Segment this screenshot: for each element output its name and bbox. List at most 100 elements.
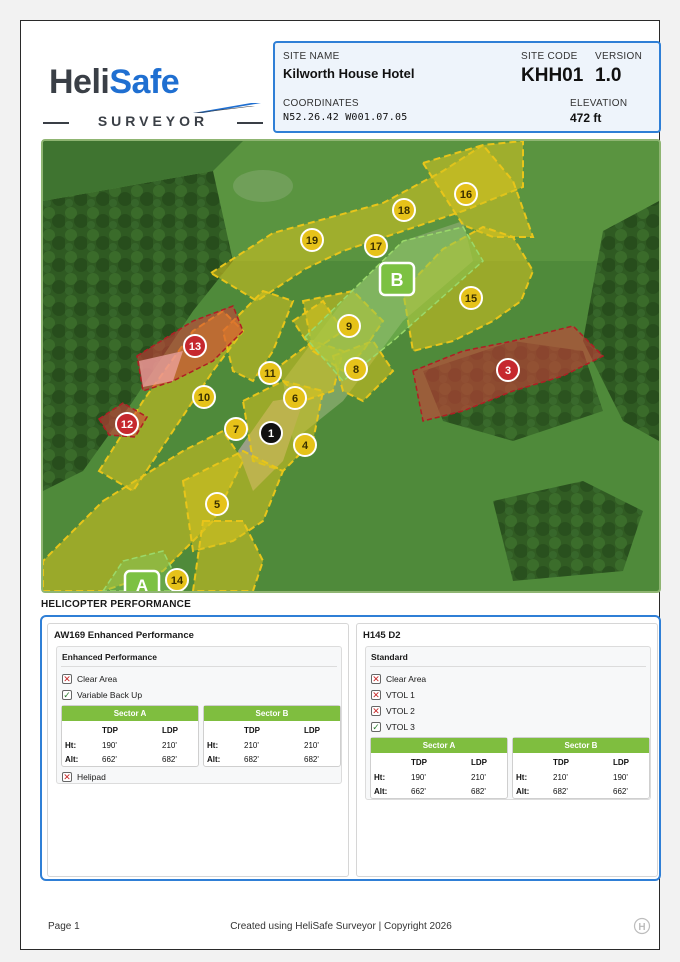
tdp-header: TDP xyxy=(411,758,427,767)
hazard-marker-13[interactable]: 13 xyxy=(183,334,207,358)
check-label: VTOL 2 xyxy=(386,706,415,716)
site-code: KHH01 xyxy=(521,65,584,86)
site-info-panel: SITE NAME Kilworth House Hotel SITE CODE… xyxy=(273,41,661,133)
ldp-header: LDP xyxy=(471,758,487,767)
cross-icon: ✕ xyxy=(371,705,381,716)
check-clear-area: ✕ Clear Area xyxy=(371,673,426,685)
logo-word-heli: Heli xyxy=(49,63,110,101)
mode-divider xyxy=(370,666,646,667)
sector-a-table: Sector A TDP LDP Ht: 190' 210' Alt: 662'… xyxy=(61,705,199,767)
hazard-marker-3[interactable]: 3 xyxy=(496,358,520,382)
hazard-marker-14[interactable]: 14 xyxy=(165,568,189,591)
cross-icon: ✕ xyxy=(62,673,72,684)
tdp-header: TDP xyxy=(102,726,118,735)
svg-text:H: H xyxy=(638,922,645,933)
check-label: Clear Area xyxy=(386,674,427,684)
height-label: Ht: xyxy=(65,741,77,750)
logo-subtitle: SURVEYOR xyxy=(97,113,209,129)
altitude-label: Alt: xyxy=(65,755,79,764)
copyright-credit: Created using HeliSafe Surveyor | Copyri… xyxy=(230,921,452,932)
hazard-marker-label: 10 xyxy=(198,392,210,404)
hazard-marker-8[interactable]: 8 xyxy=(344,357,368,381)
site-code-label: SITE CODE xyxy=(521,51,578,62)
check-helipad: ✕ Helipad xyxy=(62,771,106,783)
hazard-marker-7[interactable]: 7 xyxy=(224,417,248,441)
site-name: Kilworth House Hotel xyxy=(283,66,415,81)
helicopter-name: AW169 Enhanced Performance xyxy=(54,630,194,641)
hazard-marker-label: 1 xyxy=(268,428,274,440)
alt-tdp-value: 682' xyxy=(244,755,259,764)
hazard-marker-9[interactable]: 9 xyxy=(337,314,361,338)
hazard-marker-label: 14 xyxy=(171,575,184,587)
hazard-marker-label: 19 xyxy=(306,235,318,247)
hazard-marker-label: 8 xyxy=(353,364,359,376)
logo-rule-right xyxy=(237,122,263,124)
sector-b-table: Sector B TDP LDP Ht: 210' 190' Alt: 682'… xyxy=(512,737,650,799)
version-value: 1.0 xyxy=(595,65,622,86)
ht-ldp-value: 210' xyxy=(471,773,486,782)
check-clear-area: ✕ Clear Area xyxy=(62,673,117,685)
hazard-marker-19[interactable]: 19 xyxy=(300,228,324,252)
performance-mode-card: Enhanced Performance ✕ Clear Area ✓ Variab… xyxy=(56,646,342,784)
report-page: HeliSafe SURVEYOR SITE NAME Kilworth Hou… xyxy=(20,20,661,950)
hazard-marker-label: 18 xyxy=(398,205,410,217)
hazard-marker-4[interactable]: 4 xyxy=(293,433,317,457)
altitude-label: Alt: xyxy=(374,787,388,796)
helicopter-card-h145: H145 D2 Standard ✕ Clear Area ✕ VTOL 1 ✕ VT… xyxy=(356,623,658,877)
hazard-marker-18[interactable]: 18 xyxy=(392,198,416,222)
ht-tdp-value: 190' xyxy=(102,741,117,750)
hazard-marker-label: 5 xyxy=(214,499,220,511)
hazard-marker-label: 9 xyxy=(346,321,352,333)
helipad-h-icon: H xyxy=(633,917,651,935)
helicopter-card-aw169: AW169 Enhanced Performance Enhanced Perf… xyxy=(47,623,349,877)
checkmark-icon: ✓ xyxy=(371,721,381,732)
coordinates-label: COORDINATES xyxy=(283,98,359,109)
site-aerial-map[interactable]: B A 1 3 4 5 6 7 8 9 10 11 12 13 14 15 16 17 18 19 xyxy=(41,139,661,593)
check-vtol-2: ✕ VTOL 2 xyxy=(371,705,415,717)
ldp-header: LDP xyxy=(613,758,629,767)
ht-ldp-value: 210' xyxy=(162,741,177,750)
hazard-marker-16[interactable]: 16 xyxy=(454,182,478,206)
tdp-header: TDP xyxy=(244,726,260,735)
performance-mode-name: Standard xyxy=(371,652,408,662)
logo-word-safe: Safe xyxy=(109,63,180,101)
alt-ldp-value: 682' xyxy=(162,755,177,764)
hazard-marker-12[interactable]: 12 xyxy=(115,412,139,436)
hazard-marker-6[interactable]: 6 xyxy=(283,386,307,410)
hazard-marker-5[interactable]: 5 xyxy=(205,492,229,516)
hazard-marker-1[interactable]: 1 xyxy=(259,421,283,445)
landing-site-b[interactable]: B xyxy=(378,261,416,297)
check-vtol-3: ✓ VTOL 3 xyxy=(371,721,415,733)
elevation-value: 472 ft xyxy=(570,111,602,125)
sector-header: Sector A xyxy=(62,706,198,721)
check-variable-back-up: ✓ Variable Back Up xyxy=(62,689,142,701)
ldp-header: LDP xyxy=(304,726,320,735)
hazard-marker-label: 17 xyxy=(370,241,382,253)
check-label: Clear Area xyxy=(77,674,118,684)
ht-ldp-value: 190' xyxy=(613,773,628,782)
elevation-label: ELEVATION xyxy=(570,98,628,109)
helicopter-name: H145 D2 xyxy=(363,630,401,641)
landing-site-b-label: B xyxy=(391,270,404,290)
coordinates-value: N52.26.42 W001.07.05 xyxy=(283,112,408,123)
hazard-marker-11[interactable]: 11 xyxy=(258,361,282,385)
sector-header: Sector B xyxy=(513,738,649,753)
landing-site-a[interactable]: A xyxy=(123,569,161,591)
helicopter-performance-heading: HELICOPTER PERFORMANCE xyxy=(41,599,191,610)
altitude-label: Alt: xyxy=(516,787,530,796)
hazard-marker-label: 4 xyxy=(302,440,309,452)
logo-wordmark: HeliSafe xyxy=(49,63,180,102)
alt-tdp-value: 662' xyxy=(411,787,426,796)
version-label: VERSION xyxy=(595,51,643,62)
rotor-swoosh-icon xyxy=(193,103,261,113)
ldp-header: LDP xyxy=(162,726,178,735)
altitude-label: Alt: xyxy=(207,755,221,764)
cross-icon: ✕ xyxy=(371,673,381,684)
cross-icon: ✕ xyxy=(371,689,381,700)
hazard-marker-10[interactable]: 10 xyxy=(192,385,216,409)
check-label: Variable Back Up xyxy=(77,690,143,700)
hazard-marker-15[interactable]: 15 xyxy=(459,286,483,310)
hazard-marker-17[interactable]: 17 xyxy=(364,234,388,258)
sector-header: Sector B xyxy=(204,706,340,721)
check-label: VTOL 3 xyxy=(386,722,415,732)
